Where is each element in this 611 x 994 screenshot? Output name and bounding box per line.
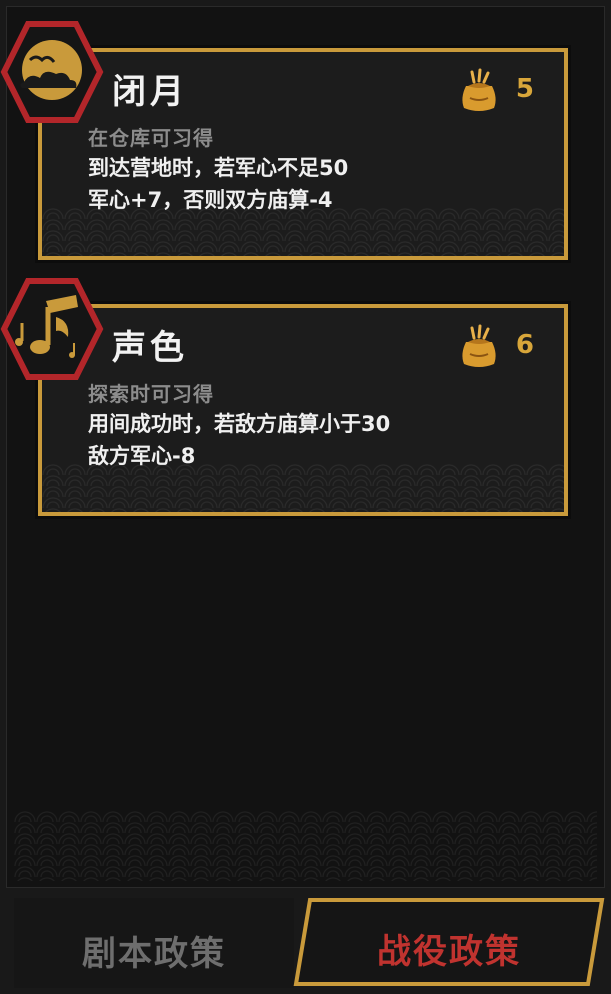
music-note-icon: [0, 278, 104, 380]
grain-sack-icon: [462, 324, 496, 367]
wave-pattern-decoration: [14, 811, 597, 881]
policy-title: 闭月: [112, 72, 188, 112]
policy-description-line: 军心+7，否则双方庙算-4: [88, 188, 333, 212]
policy-tab-bar: 剧本政策 战役政策: [0, 888, 611, 994]
tab-label: 战役政策: [377, 932, 521, 972]
policy-title: 声色: [112, 328, 188, 368]
grain-sack-icon: [462, 68, 496, 111]
tab-campaign-policy[interactable]: 战役政策: [290, 896, 608, 988]
policy-cost: 5: [515, 74, 534, 104]
policy-description-line: 用间成功时，若敌方庙算小于30: [88, 412, 391, 436]
policy-description: 到达营地时，若军心不足50 军心+7，否则双方庙算-4: [88, 152, 348, 216]
policy-card-biyue[interactable]: 闭月 在仓库可习得 到达营地时，若军心不足50 军心+7，否则双方庙算-4 5: [38, 48, 568, 260]
policy-cost: 6: [515, 330, 534, 360]
tab-label: 剧本政策: [82, 934, 226, 974]
tab-script-policy[interactable]: 剧本政策: [14, 898, 294, 988]
policy-description: 用间成功时，若敌方庙算小于30 敌方军心-8: [88, 408, 390, 472]
policy-description-line: 敌方军心-8: [88, 444, 196, 468]
moon-cloud-icon: [0, 21, 104, 123]
policy-card-shengse[interactable]: 声色 探索时可习得 用间成功时，若敌方庙算小于30 敌方军心-8 6: [38, 304, 568, 516]
policy-description-line: 到达营地时，若军心不足50: [88, 156, 349, 180]
policy-source: 探索时可习得: [88, 382, 214, 406]
policy-source: 在仓库可习得: [88, 126, 214, 150]
